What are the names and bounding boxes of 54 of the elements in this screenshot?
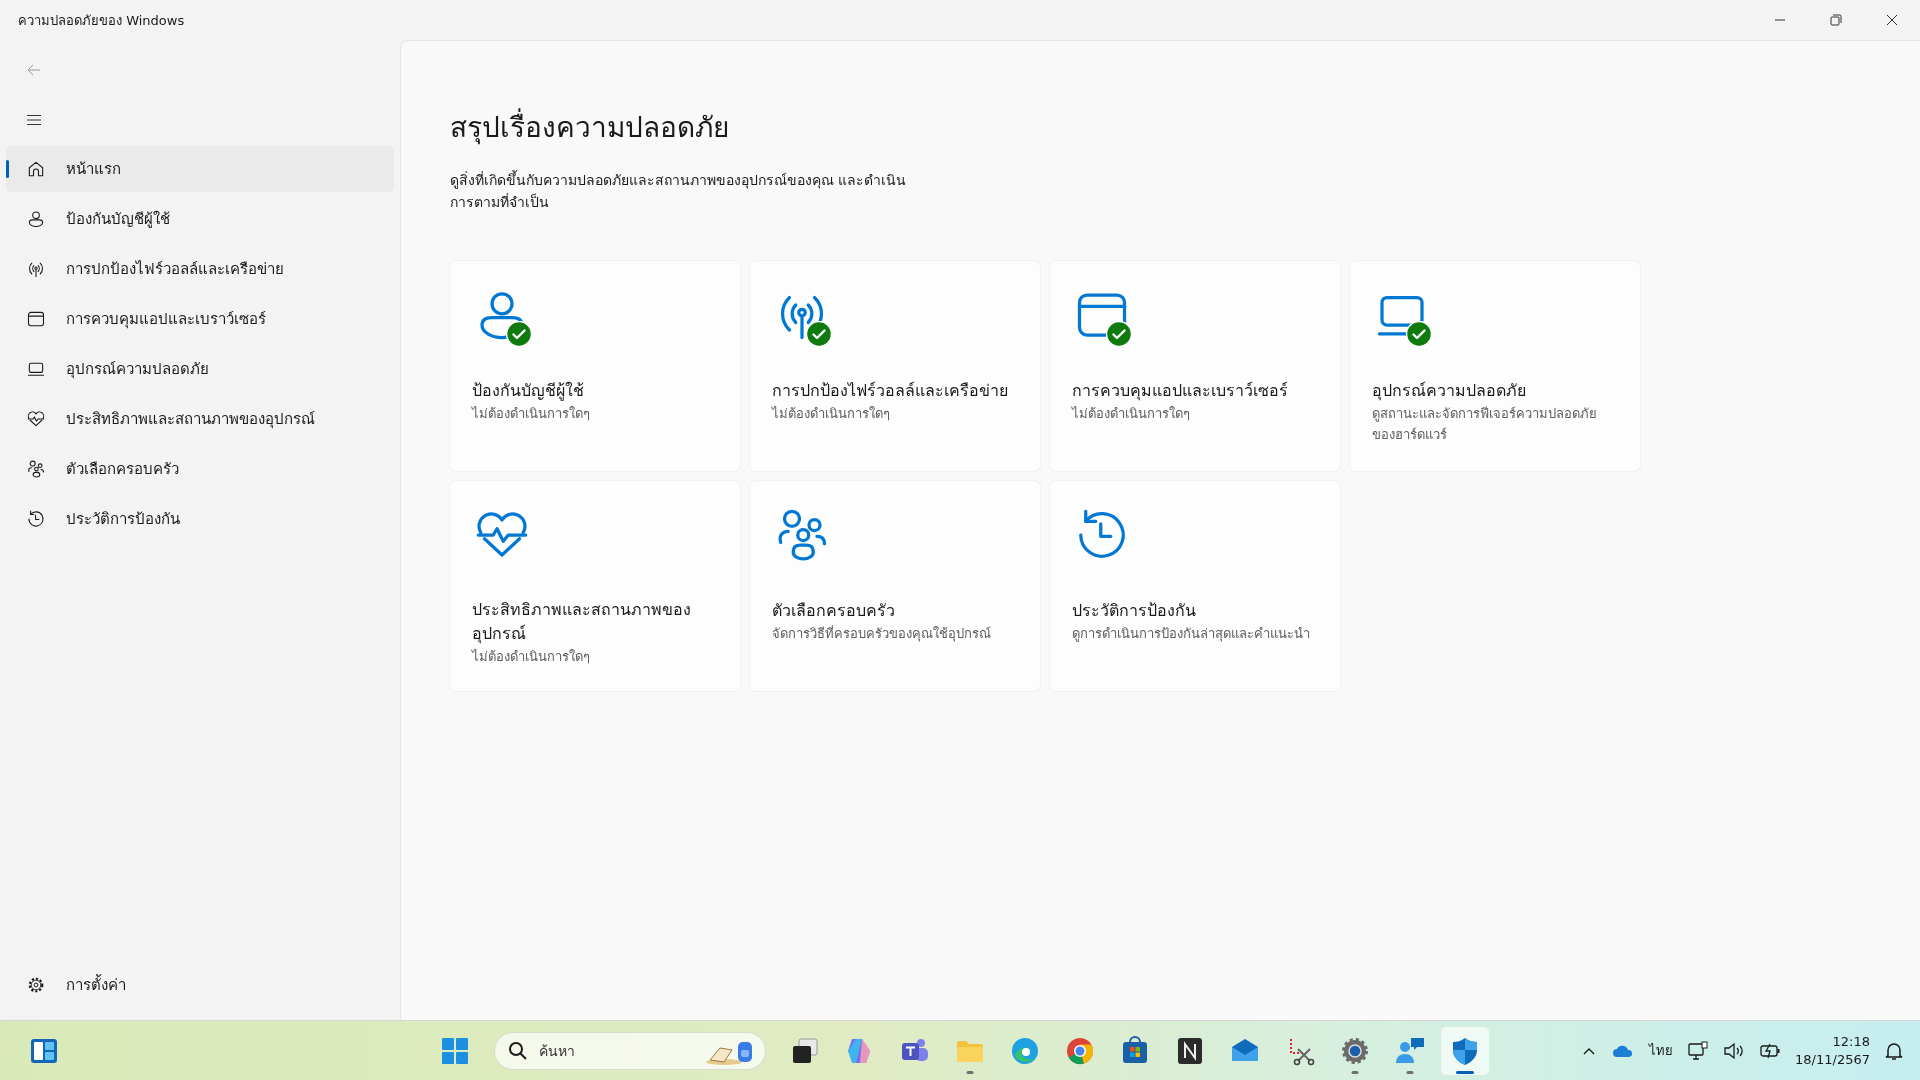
search-icon: [508, 1040, 528, 1061]
summary-card[interactable]: ประสิทธิภาพและสถานภาพของอุปกรณ์ ไม่ต้องดำเนินการใดๆ: [450, 481, 740, 691]
input-language[interactable]: ไทย: [1649, 1040, 1674, 1061]
card-title: ประสิทธิภาพและสถานภาพของอุปกรณ์: [472, 599, 692, 646]
card-title: ป้องกันบัญชีผู้ใช้: [472, 380, 585, 403]
sidebar-item[interactable]: อุปกรณ์ความปลอดภัย: [6, 346, 394, 392]
search-field[interactable]: ค้นหา: [494, 1031, 766, 1070]
card-title: ประวัติการป้องกัน: [1072, 600, 1197, 622]
time-text: 12:18: [1832, 1032, 1870, 1051]
summary-card[interactable]: ตัวเลือกครอบครัว จัดการวิธีที่ครอบครัวของคุณใช้อุปกรณ์: [750, 481, 1040, 691]
family-icon: [26, 459, 46, 479]
card-title: การควบคุมแอปและเบราว์เซอร์: [1072, 380, 1289, 403]
back-arrow-icon: [26, 62, 42, 78]
monitor-icon[interactable]: [1687, 1040, 1710, 1061]
summary-card[interactable]: ประวัติการป้องกัน ดูการดำเนินการป้องกันล่าสุดและคำแนะนำ: [1050, 481, 1340, 691]
card-subtitle: ดูการดำเนินการป้องกันล่าสุดและคำแนะนำ: [1072, 625, 1311, 644]
summary-card[interactable]: การปกป้องไฟร์วอลล์และเครือข่าย ไม่ต้องดำเนินการใดๆ: [750, 261, 1040, 471]
clock[interactable]: 12:18 18/11/2567: [1795, 1032, 1870, 1069]
card-title: การปกป้องไฟร์วอลล์และเครือข่าย: [772, 380, 1009, 402]
page-description: ดูสิ่งที่เกิดขึ้นกับความปลอดภัยและสถานภาพของอุปกรณ์ของคุณ และดำเนินการตามที่จำเป็น: [450, 169, 908, 212]
summary-card[interactable]: อุปกรณ์ความปลอดภัย ดูสถานะและจัดการฟีเจอร์ความปลอดภัยของฮาร์ดแวร์: [1350, 261, 1640, 471]
summary-card[interactable]: การควบคุมแอปและเบราว์เซอร์ ไม่ต้องดำเนินการใดๆ: [1050, 261, 1340, 471]
window-title: ความปลอดภัยของ Windows: [18, 11, 185, 30]
app-window-icon: [26, 309, 46, 329]
bell-icon[interactable]: [1884, 1040, 1904, 1061]
card-subtitle: ไม่ต้องดำเนินการใดๆ: [1072, 405, 1191, 423]
menu-icon: [26, 112, 42, 128]
card-subtitle: ดูสถานะและจัดการฟีเจอร์ความปลอดภัยของฮาร์ดแวร์: [1372, 405, 1598, 444]
date-text: 18/11/2567: [1795, 1050, 1870, 1069]
summary-card[interactable]: ป้องกันบัญชีผู้ใช้ ไม่ต้องดำเนินการใดๆ: [450, 261, 740, 471]
card-subtitle: ไม่ต้องดำเนินการใดๆ: [472, 648, 591, 666]
sidebar-item[interactable]: การควบคุมแอปและเบราว์เซอร์: [6, 296, 394, 342]
card-subtitle: ไม่ต้องดำเนินการใดๆ: [772, 405, 891, 423]
card-subtitle: จัดการวิธีที่ครอบครัวของคุณใช้อุปกรณ์: [772, 624, 992, 644]
sidebar-item[interactable]: ประสิทธิภาพและสถานภาพของอุปกรณ์: [6, 396, 394, 442]
sidebar-item[interactable]: ประวัติการป้องกัน: [6, 496, 394, 542]
card-title: อุปกรณ์ความปลอดภัย: [1372, 380, 1527, 403]
sidebar-item[interactable]: ป้องกันบัญชีผู้ใช้: [6, 196, 394, 242]
person-icon: [26, 209, 46, 229]
home-icon: [26, 159, 46, 179]
minimize-icon: [1775, 19, 1785, 21]
restore-icon: [1828, 12, 1844, 28]
sidebar-item[interactable]: การปกป้องไฟร์วอลล์และเครือข่าย: [6, 246, 394, 292]
sidebar-item[interactable]: ตัวเลือกครอบครัว: [6, 446, 394, 492]
speaker-icon[interactable]: [1723, 1040, 1746, 1061]
card-title: ตัวเลือกครอบครัว: [772, 600, 896, 622]
close-icon: [1884, 12, 1900, 28]
heart-pulse-icon: [26, 409, 46, 429]
card-subtitle: ไม่ต้องดำเนินการใดๆ: [472, 405, 591, 423]
settings-item[interactable]: การตั้งค่า: [6, 962, 394, 1008]
page-heading: สรุปเรื่องความปลอดภัย: [450, 105, 1920, 149]
settings-icon: [26, 975, 46, 995]
sidebar-item[interactable]: หน้าแรก: [6, 146, 394, 192]
history-clock-icon: [26, 509, 46, 529]
